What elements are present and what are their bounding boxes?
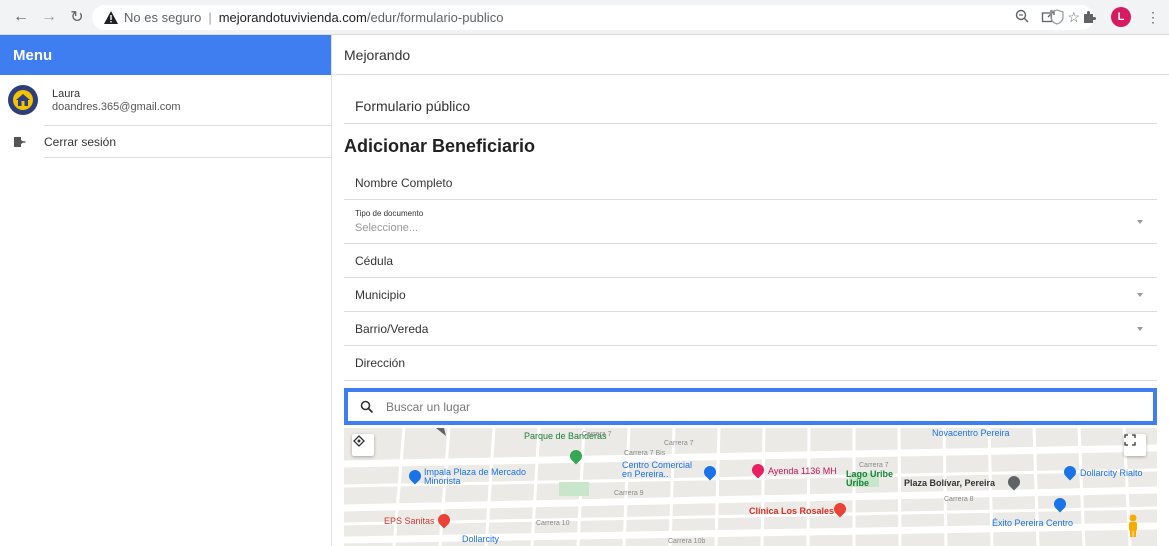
map-label-carrera-10b: Carrera 10b [668,538,706,545]
profile-avatar[interactable]: L [1111,7,1131,27]
zoom-icon[interactable] [1015,9,1029,26]
direccion-field[interactable]: Dirección [344,346,1157,381]
map-label-impala: Impala Plaza de Mercado Minorista [424,467,527,486]
my-location-button[interactable] [352,434,374,456]
house-logo-icon [8,85,38,115]
url-host: mejorandotuvivienda.com [218,10,367,25]
map-streets [344,428,1157,546]
map-label-clinica: Clínica Los Rosales [749,506,835,516]
barrio-vereda-select[interactable]: Barrio/Vereda [344,312,1157,346]
map-view[interactable]: Parque de Banderas Carrera 7 Carrera 7 C… [344,428,1157,546]
user-name: Laura [52,87,81,100]
place-search-input[interactable] [386,399,1086,414]
app-title: Mejorando [332,35,1169,75]
map-label-lago: Lago Uribe Uribe [846,469,894,488]
map-label-ayenda: Ayenda 1136 MH [768,466,837,476]
logout-button[interactable]: Cerrar sesión [14,125,331,158]
chevron-down-icon [1137,326,1143,331]
municipio-label: Municipio [355,287,406,302]
search-icon [360,400,374,414]
map-label-carrera-7c: Carrera 7 [859,462,889,469]
map-label-dollarcity: Dollarcity [462,534,500,544]
map-label-carrera-7a: Carrera 7 [582,431,612,438]
shield-extension-icon[interactable] [1047,7,1067,27]
url-path: /edur/formulario-publico [366,10,504,25]
back-arrow-icon[interactable]: ← [10,6,32,28]
kebab-menu-icon[interactable]: ⋮ [1143,7,1163,27]
map-label-plaza-bolivar: Plaza Bolívar, Pereira [904,478,996,488]
form-card: Formulario público Adicionar Beneficiari… [344,88,1157,381]
map-label-exito: Éxito Pereira Centro [992,518,1074,528]
street-view-pegman-icon[interactable] [1126,514,1146,540]
omnibox-separator: | [208,10,212,25]
sidebar: Menu Laura doandres.365@gmail.com Cerrar… [0,35,332,546]
logout-icon [14,136,26,148]
barrio-vereda-label: Barrio/Vereda [355,321,429,336]
security-label: No es seguro [124,10,202,25]
fullscreen-button[interactable] [1124,434,1146,456]
browser-toolbar: ← → ↻ No es seguro | mejorandotuvivienda… [0,0,1169,35]
nombre-completo-label: Nombre Completo [355,175,453,190]
cedula-label: Cédula [355,253,394,268]
chevron-down-icon [1137,219,1143,224]
sidebar-title: Menu [0,35,331,75]
user-profile: Laura doandres.365@gmail.com [0,75,331,125]
map-label-carrera-8: Carrera 8 [944,496,974,503]
fullscreen-icon [1124,434,1136,446]
forward-arrow-icon[interactable]: → [38,6,60,28]
logout-label: Cerrar sesión [44,134,117,149]
map-label-carrera-10: Carrera 10 [536,520,570,527]
tipo-documento-select[interactable]: Tipo de documento Seleccione... [344,200,1157,244]
nombre-completo-field[interactable]: Nombre Completo [344,166,1157,200]
place-search-box[interactable] [344,388,1157,425]
puzzle-extensions-icon[interactable] [1079,7,1099,27]
map-label-carrera-9: Carrera 9 [614,490,644,497]
warning-icon [104,11,118,25]
cedula-field[interactable]: Cédula [344,244,1157,278]
chevron-down-icon [1137,292,1143,297]
direccion-label: Dirección [355,356,406,370]
map-label-carrera-7bis: Carrera 7 Bis [624,450,666,457]
address-bar[interactable]: No es seguro | mejorandotuvivienda.com /… [92,5,1094,30]
municipio-select[interactable]: Municipio [344,278,1157,312]
user-email: doandres.365@gmail.com [52,100,181,113]
map-label-eps: EPS Sanitas [384,516,435,526]
map-label-dollarcity-rialto: Dollarcity Rialto [1080,468,1143,478]
tipo-documento-placeholder: Seleccione... [355,222,418,234]
main-content: Mejorando Formulario público Adicionar B… [332,35,1169,546]
reload-icon[interactable]: ↻ [66,6,88,28]
map-label-novacentro: Novacentro Pereira [932,428,1010,438]
crosshair-icon [353,435,365,447]
map-label-carrera-7b: Carrera 7 [664,440,694,447]
card-title: Formulario público [344,88,1157,124]
form-title: Adicionar Beneficiario [344,136,536,156]
tipo-documento-label: Tipo de documento [355,209,424,218]
map-label-centro-comercial: Centro Comercial en Pereira.. [622,460,693,479]
